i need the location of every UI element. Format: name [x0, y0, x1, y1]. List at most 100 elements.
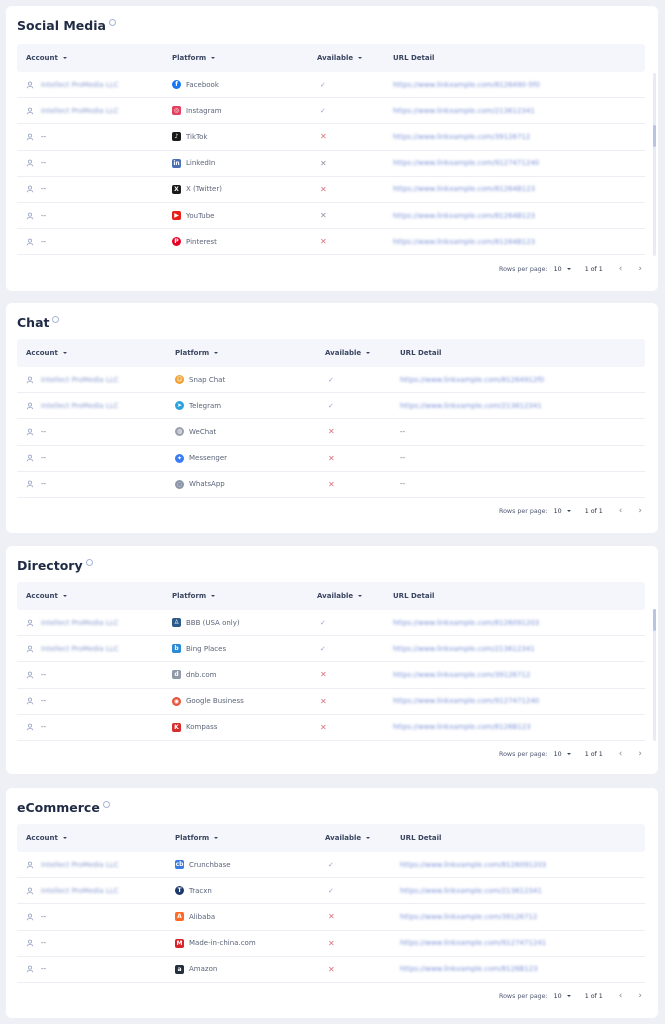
url-link[interactable]: https://www.linkxample.com/9127471240: [393, 159, 539, 167]
url-cell[interactable]: https://www.linkxample.com/8126B123: [393, 715, 531, 740]
user-icon: [26, 723, 34, 731]
url-link[interactable]: https://www.linkxample.com/213612341: [400, 402, 542, 410]
url-link[interactable]: https://www.linkxample.com/39126712: [393, 671, 530, 679]
url-cell[interactable]: https://www.linkxample.com/213612341: [400, 878, 542, 903]
url-cell[interactable]: https://www.linkxample.com/81264B123: [393, 203, 535, 228]
url-cell[interactable]: https://www.linkxample.com/9127471240: [393, 151, 539, 176]
url-cell[interactable]: https://www.linkxample.com/213612341: [400, 393, 542, 418]
table-row[interactable]: Intellect ProMedia LLC ♙ BBB (USA only) ✓ ht…: [17, 610, 645, 637]
url-cell[interactable]: https://www.linkxample.com/8126091203: [393, 610, 539, 635]
available-cell: ✕: [320, 715, 327, 740]
table-row[interactable]: -- ✦ Messenger ✕ --: [17, 446, 645, 472]
header-available[interactable]: Available: [325, 349, 371, 357]
table-row[interactable]: -- ◌ WhatsApp ✕ --: [17, 472, 645, 498]
table-row[interactable]: Intellect ProMedia LLC ☺ Snap Chat ✓ https:/…: [17, 367, 645, 394]
url-cell[interactable]: https://www.linkxample.com/8126B123: [400, 957, 538, 982]
url-link[interactable]: https://www.linkxample.com/8126091203: [393, 619, 539, 627]
url-cell[interactable]: https://www.linkxample.com/8126091203: [400, 852, 546, 877]
table-row[interactable]: -- ◍ WeChat ✕ --: [17, 419, 645, 446]
url-link[interactable]: https://www.linkxample.com/8126B123: [393, 723, 531, 731]
next-page-button[interactable]: ›: [638, 506, 642, 516]
check-icon: ✓: [320, 106, 326, 115]
url-link[interactable]: https://www.linkxample.com/81264B123: [393, 238, 535, 246]
prev-page-button[interactable]: ‹: [619, 264, 623, 274]
url-link[interactable]: https://www.linkxample.com/213612341: [393, 645, 535, 653]
table-row[interactable]: -- P Pinterest ✕ https://www.linkxample.com/…: [17, 229, 645, 255]
header-available[interactable]: Available: [325, 834, 371, 842]
prev-page-button[interactable]: ‹: [619, 749, 623, 759]
url-cell[interactable]: https://www.linkxample.com/39126712: [393, 662, 530, 687]
table-row[interactable]: Intellect ProMedia LLC ◎ Instagram ✓ https:/…: [17, 98, 645, 125]
url-link[interactable]: https://www.linkxample.com/9127471240: [393, 697, 539, 705]
url-link[interactable]: https://www.linkxample.com/39126712: [393, 133, 530, 141]
user-icon: [26, 619, 34, 626]
table-row[interactable]: -- ◉ Google Business ✕ https://www.linkxampl…: [17, 689, 645, 715]
url-link[interactable]: https://www.linkxample.com/213612341: [393, 107, 535, 115]
scrollbar[interactable]: [653, 609, 656, 741]
header-account[interactable]: Account: [26, 54, 67, 62]
url-cell[interactable]: https://www.linkxample.com/9127471241: [400, 931, 546, 956]
rows-per-page-select[interactable]: 10: [554, 993, 571, 1000]
table-row[interactable]: -- A Alibaba ✕ https://www.linkxample.com/39…: [17, 904, 645, 931]
info-icon[interactable]: [102, 801, 110, 808]
info-icon[interactable]: [52, 316, 60, 323]
url-cell[interactable]: https://www.linkxample.com/213612341: [393, 98, 535, 123]
scrollbar[interactable]: [653, 73, 656, 256]
url-cell[interactable]: https://www.linkxample.com/213612341: [393, 636, 535, 661]
header-url: URL Detail: [393, 592, 435, 600]
url-cell[interactable]: https://www.linkxample.com/9127471240: [393, 689, 539, 714]
header-account[interactable]: Account: [26, 592, 67, 600]
url-link[interactable]: https://www.linkxample.com/9127471241: [400, 939, 546, 947]
url-link[interactable]: https://www.linkxample.com/81264B123: [393, 185, 535, 193]
url-link[interactable]: https://www.linkxample.com/81264912f0: [400, 376, 544, 384]
rows-per-page-select[interactable]: 10: [554, 266, 571, 273]
url-cell[interactable]: https://www.linkxample.com/81264912f0: [400, 367, 544, 392]
header-platform[interactable]: Platform: [172, 592, 216, 600]
rows-per-page-select[interactable]: 10: [554, 508, 571, 515]
header-platform[interactable]: Platform: [175, 834, 219, 842]
url-link[interactable]: https://www.linkxample.com/8126B123: [400, 965, 538, 973]
url-link[interactable]: https://www.linkxample.com/213612341: [400, 887, 542, 895]
prev-page-button[interactable]: ‹: [619, 506, 623, 516]
info-icon[interactable]: [85, 559, 93, 566]
header-url: URL Detail: [400, 349, 442, 357]
info-icon[interactable]: [108, 19, 116, 26]
url-cell[interactable]: https://www.linkxample.com/8126490-5f0: [393, 72, 540, 97]
table-row[interactable]: -- ♪ TikTok ✕ https://www.linkxample.com/391…: [17, 124, 645, 151]
table-row[interactable]: -- in LinkedIn ✕ https://www.linkxample.com/…: [17, 151, 645, 177]
table-row[interactable]: Intellect ProMedia LLC ➤ Telegram ✓ https://…: [17, 393, 645, 420]
prev-page-button[interactable]: ‹: [619, 991, 623, 1001]
url-link[interactable]: https://www.linkxample.com/39126712: [400, 913, 537, 921]
header-platform[interactable]: Platform: [175, 349, 219, 357]
table-row[interactable]: Intellect ProMedia LLC T Tracxn ✓ https://ww…: [17, 878, 645, 905]
url-link[interactable]: https://www.linkxample.com/8126490-5f0: [393, 81, 540, 89]
header-account[interactable]: Account: [26, 834, 67, 842]
header-available[interactable]: Available: [317, 592, 363, 600]
rows-per-page-select[interactable]: 10: [554, 751, 571, 758]
table-row[interactable]: Intellect ProMedia LLC f Facebook ✓ https://…: [17, 72, 645, 99]
table-row[interactable]: -- d dnb.com ✕ https://www.linkxample.com/39…: [17, 662, 645, 689]
table-row[interactable]: Intellect ProMedia LLC b Bing Places ✓ https…: [17, 636, 645, 663]
table-row[interactable]: -- M Made-in-china.com ✕ https://www.linkxam…: [17, 931, 645, 957]
account-cell: --: [26, 472, 46, 497]
url-cell[interactable]: https://www.linkxample.com/81264B123: [393, 229, 535, 254]
header-account[interactable]: Account: [26, 349, 67, 357]
url-cell[interactable]: https://www.linkxample.com/39126712: [393, 124, 530, 149]
table-row[interactable]: Intellect ProMedia LLC cb Crunchbase ✓ https…: [17, 852, 645, 879]
available-cell: ✕: [320, 177, 327, 202]
account-cell: --: [26, 689, 46, 714]
header-platform[interactable]: Platform: [172, 54, 216, 62]
url-cell[interactable]: https://www.linkxample.com/39126712: [400, 904, 537, 929]
next-page-button[interactable]: ›: [638, 991, 642, 1001]
table-row[interactable]: -- a Amazon ✕ https://www.linkxample.com/812…: [17, 957, 645, 983]
url-cell[interactable]: https://www.linkxample.com/81264B123: [393, 177, 535, 202]
available-cell: ✓: [320, 72, 326, 97]
table-row[interactable]: -- K Kompass ✕ https://www.linkxample.com/81…: [17, 715, 645, 741]
url-link[interactable]: https://www.linkxample.com/8126091203: [400, 861, 546, 869]
next-page-button[interactable]: ›: [638, 749, 642, 759]
header-available[interactable]: Available: [317, 54, 363, 62]
next-page-button[interactable]: ›: [638, 264, 642, 274]
table-row[interactable]: -- X X (Twitter) ✕ https://www.linkxample.co…: [17, 177, 645, 203]
table-row[interactable]: -- ▶ YouTube ✕ https://www.linkxample.com/81…: [17, 203, 645, 230]
url-link[interactable]: https://www.linkxample.com/81264B123: [393, 212, 535, 220]
